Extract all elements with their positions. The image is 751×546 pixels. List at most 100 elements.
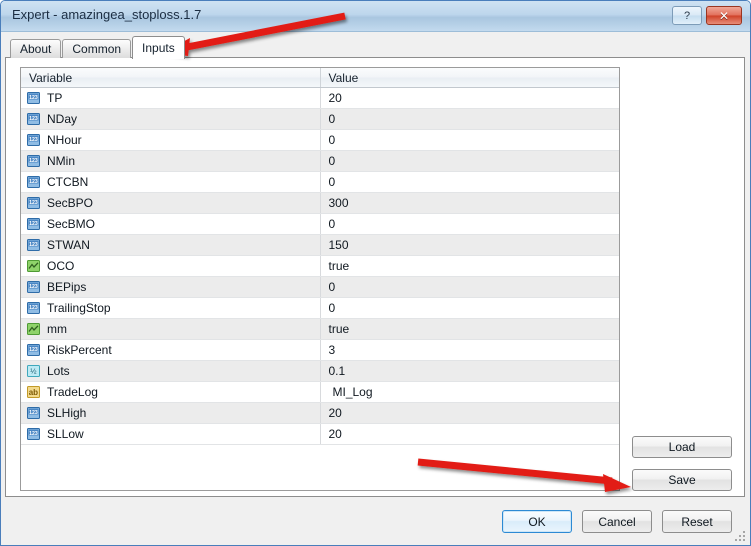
help-button[interactable]: ? bbox=[672, 6, 702, 25]
svg-text:½: ½ bbox=[30, 367, 37, 376]
variable-cell: 123 SecBMO bbox=[21, 213, 321, 235]
int-type-icon: 123 bbox=[27, 281, 40, 293]
variable-cell: 123 TP bbox=[21, 87, 321, 109]
value-text: 3 bbox=[328, 343, 336, 357]
svg-text:123: 123 bbox=[29, 221, 38, 227]
table-row[interactable]: ab TradeLog MI_Log bbox=[21, 381, 619, 403]
bool-type-icon bbox=[27, 323, 40, 335]
value-text: 0 bbox=[328, 133, 336, 147]
table-row[interactable]: 123 SecBPO 300 bbox=[21, 192, 619, 214]
svg-text:123: 123 bbox=[29, 431, 38, 437]
table-header-row: Variable Value bbox=[21, 68, 619, 88]
tab-about[interactable]: About bbox=[10, 39, 62, 58]
question-mark-icon: ? bbox=[683, 9, 691, 22]
value-cell[interactable]: 0 bbox=[320, 297, 619, 319]
variable-cell: 123 RiskPercent bbox=[21, 339, 321, 361]
variable-name: TP bbox=[47, 91, 63, 105]
cancel-button[interactable]: Cancel bbox=[582, 510, 652, 533]
ok-button[interactable]: OK bbox=[502, 510, 572, 533]
variable-name: STWAN bbox=[47, 238, 90, 252]
variable-cell: OCO bbox=[21, 255, 321, 277]
int-type-icon: 123 bbox=[27, 428, 40, 440]
reset-button[interactable]: Reset bbox=[662, 510, 732, 533]
svg-text:123: 123 bbox=[29, 347, 38, 353]
expert-properties-dialog: Expert - amazingea_stoploss.1.7 ? ✕ Abou… bbox=[0, 0, 751, 546]
table-row[interactable]: 123 NHour 0 bbox=[21, 129, 619, 151]
cancel-button-label: Cancel bbox=[598, 514, 636, 529]
variable-name: NDay bbox=[47, 112, 78, 126]
table-row[interactable]: 123 RiskPercent 3 bbox=[21, 339, 619, 361]
table-row[interactable]: 123 TP 20 bbox=[21, 87, 619, 109]
tab-inputs[interactable]: Inputs bbox=[132, 36, 185, 59]
value-cell[interactable]: 0 bbox=[320, 129, 619, 151]
tab-common[interactable]: Common bbox=[62, 39, 132, 58]
variable-name: RiskPercent bbox=[47, 343, 112, 357]
value-cell[interactable]: 300 bbox=[320, 192, 619, 214]
svg-text:123: 123 bbox=[29, 284, 38, 290]
value-cell[interactable]: true bbox=[320, 255, 619, 277]
close-button[interactable]: ✕ bbox=[706, 6, 742, 25]
value-text: 20 bbox=[328, 406, 342, 420]
column-header-value[interactable]: Value bbox=[320, 68, 619, 88]
tab-inputs-label: Inputs bbox=[142, 41, 175, 55]
value-cell[interactable]: 0 bbox=[320, 171, 619, 193]
table-row[interactable]: mm true bbox=[21, 318, 619, 340]
table-row[interactable]: 123 SecBMO 0 bbox=[21, 213, 619, 235]
value-cell[interactable]: 0 bbox=[320, 213, 619, 235]
table-row[interactable]: 123 BEPips 0 bbox=[21, 276, 619, 298]
variable-name: OCO bbox=[47, 259, 75, 273]
value-text: 0 bbox=[328, 112, 336, 126]
table-row[interactable]: ½ Lots 0.1 bbox=[21, 360, 619, 382]
variable-name: SecBMO bbox=[47, 217, 96, 231]
value-cell[interactable]: 20 bbox=[320, 423, 619, 445]
value-cell[interactable]: 0.1 bbox=[320, 360, 619, 382]
value-text: 150 bbox=[328, 238, 349, 252]
resize-grip[interactable] bbox=[735, 531, 746, 542]
variable-cell: 123 STWAN bbox=[21, 234, 321, 256]
variable-name: SecBPO bbox=[47, 196, 94, 210]
table-row[interactable]: 123 NMin 0 bbox=[21, 150, 619, 172]
value-text: 0.1 bbox=[328, 364, 346, 378]
value-text: 300 bbox=[328, 196, 349, 210]
table-row[interactable]: OCO true bbox=[21, 255, 619, 277]
variable-name: NHour bbox=[47, 133, 82, 147]
value-text: 0 bbox=[328, 154, 336, 168]
svg-text:123: 123 bbox=[29, 158, 38, 164]
table-row[interactable]: 123 NDay 0 bbox=[21, 108, 619, 130]
load-button-label: Load bbox=[668, 440, 696, 454]
variable-name: TradeLog bbox=[47, 385, 98, 399]
table-row[interactable]: 123 CTCBN 0 bbox=[21, 171, 619, 193]
svg-text:123: 123 bbox=[29, 242, 38, 248]
value-cell[interactable]: 0 bbox=[320, 108, 619, 130]
value-cell[interactable]: MI_Log bbox=[320, 381, 619, 403]
svg-text:123: 123 bbox=[29, 410, 38, 416]
int-type-icon: 123 bbox=[27, 134, 40, 146]
value-cell[interactable]: 0 bbox=[320, 150, 619, 172]
variable-cell: 123 CTCBN bbox=[21, 171, 321, 193]
value-cell[interactable]: 3 bbox=[320, 339, 619, 361]
table-row[interactable]: 123 SLHigh 20 bbox=[21, 402, 619, 424]
value-text: 0 bbox=[328, 175, 336, 189]
table-row[interactable]: 123 STWAN 150 bbox=[21, 234, 619, 256]
value-cell[interactable]: 150 bbox=[320, 234, 619, 256]
save-button[interactable]: Save bbox=[632, 469, 732, 491]
load-button[interactable]: Load bbox=[632, 436, 732, 458]
int-type-icon: 123 bbox=[27, 302, 40, 314]
table-row[interactable]: 123 SLLow 20 bbox=[21, 423, 619, 445]
value-text: true bbox=[328, 322, 350, 336]
int-type-icon: 123 bbox=[27, 176, 40, 188]
inputs-tab-panel: Variable Value 123 TP 20 123 NDay 0 123 NHour 0 1… bbox=[5, 57, 745, 497]
table-row[interactable]: 123 TrailingStop 0 bbox=[21, 297, 619, 319]
value-cell[interactable]: 20 bbox=[320, 87, 619, 109]
value-cell[interactable]: true bbox=[320, 318, 619, 340]
variable-cell: 123 SLLow bbox=[21, 423, 321, 445]
variable-cell: 123 TrailingStop bbox=[21, 297, 321, 319]
variable-cell: ab TradeLog bbox=[21, 381, 321, 403]
string-type-icon: ab bbox=[27, 386, 40, 398]
value-cell[interactable]: 20 bbox=[320, 402, 619, 424]
svg-text:123: 123 bbox=[29, 179, 38, 185]
variable-name: BEPips bbox=[47, 280, 87, 294]
value-cell[interactable]: 0 bbox=[320, 276, 619, 298]
variable-name: SLLow bbox=[47, 427, 84, 441]
column-header-variable[interactable]: Variable bbox=[21, 68, 321, 88]
